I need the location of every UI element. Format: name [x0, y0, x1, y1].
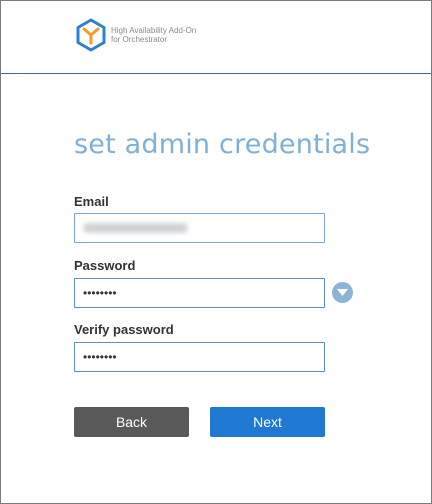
password-toggle-button[interactable] — [332, 282, 353, 303]
password-label: Password — [74, 258, 136, 273]
page-title: set admin credentials — [74, 129, 371, 160]
email-label: Email — [74, 194, 109, 209]
brand-line-1: High Availability Add-On — [111, 26, 197, 35]
chevron-down-icon — [337, 289, 348, 296]
back-button[interactable]: Back — [74, 407, 189, 437]
hexagon-y-logo-icon — [76, 18, 106, 52]
verify-password-field[interactable] — [74, 342, 325, 372]
header: High Availability Add-On for Orchestrato… — [1, 1, 431, 74]
email-value-redacted — [83, 223, 188, 233]
verify-password-label: Verify password — [74, 322, 174, 337]
next-button[interactable]: Next — [210, 407, 325, 437]
brand-line-2: for Orchestrator — [111, 35, 168, 44]
password-field[interactable] — [74, 278, 325, 308]
setup-window: High Availability Add-On for Orchestrato… — [0, 0, 432, 504]
brand-name: High Availability Add-On for Orchestrato… — [111, 26, 196, 44]
